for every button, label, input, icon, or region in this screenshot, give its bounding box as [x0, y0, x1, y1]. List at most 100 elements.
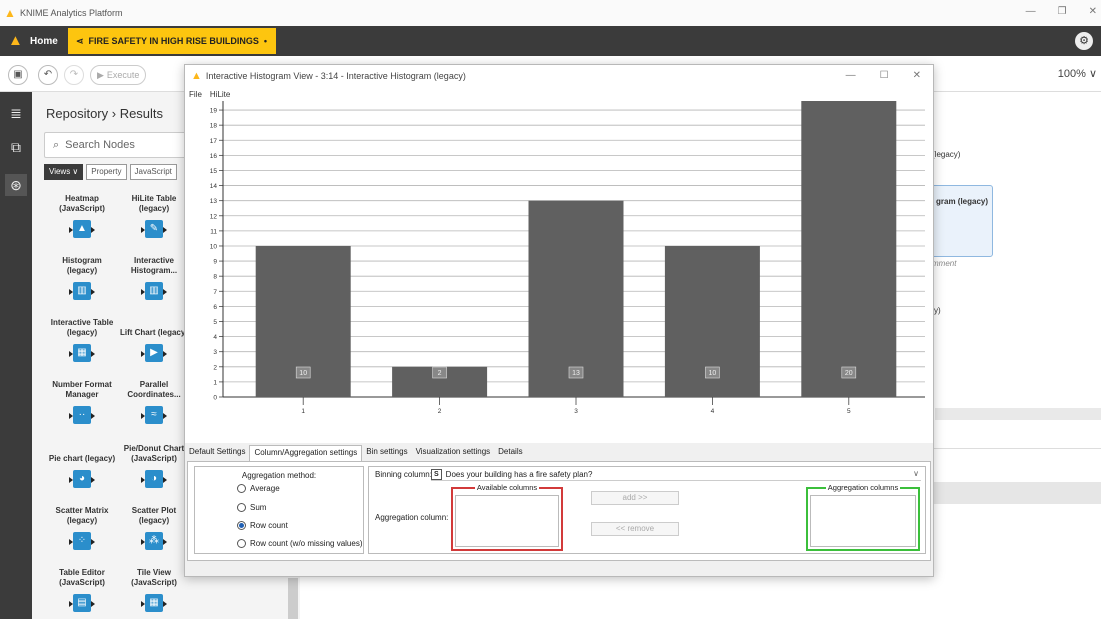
interactive-histogram-icon: ▥ [141, 281, 167, 303]
available-columns-area[interactable] [455, 495, 559, 547]
aggregation-columns-area[interactable] [810, 495, 916, 547]
canvas-scrollbar[interactable] [935, 408, 1101, 420]
tab-column-aggregation[interactable]: Column/Aggregation settings [249, 445, 363, 461]
selected-node[interactable] [930, 185, 993, 257]
redo-icon[interactable]: ↷ [64, 65, 84, 85]
close-icon[interactable]: ✕ [913, 70, 921, 81]
chip-property[interactable]: Property [86, 164, 127, 180]
radio-row-count-no-missing[interactable]: Row count (w/o missing values) [237, 539, 362, 548]
node-glyph: ◕ [73, 470, 91, 488]
aggregation-columns-list[interactable]: Aggregation columns [806, 483, 920, 551]
output-port-icon [163, 351, 167, 357]
node-repository-icon[interactable]: ⊛ [5, 174, 27, 196]
radio-dot [237, 503, 246, 512]
search-icon: ⌕ [53, 138, 60, 151]
node-name: HiLite Table (legacy) [131, 194, 177, 213]
y-tick-label: 6 [213, 304, 217, 311]
repository-node[interactable]: Pie/Donut Chart (JavaScript) ◑ [118, 442, 190, 491]
remove-button[interactable]: << remove [591, 522, 679, 536]
tab-visualization-settings[interactable]: Visualization settings [412, 445, 495, 461]
tab-home[interactable]: ▲ Home [2, 28, 66, 54]
space-explorer-icon[interactable]: ⧉ [5, 136, 27, 158]
output-port-icon [91, 351, 95, 357]
repository-node[interactable]: Interactive Table (legacy) ▦ [46, 316, 118, 365]
window-controls: — ❐ ✕ [1026, 6, 1097, 17]
y-tick-label: 18 [210, 123, 218, 130]
menu-hilite[interactable]: HiLite [210, 90, 230, 99]
chip-views[interactable]: Views ∨ [44, 164, 84, 180]
output-port-icon [91, 289, 95, 295]
repository-node[interactable]: Histogram (legacy) ▥ [46, 254, 118, 303]
binning-column-select[interactable]: S Does your building has a fire safety p… [431, 468, 921, 481]
y-tick-label: 1 [213, 379, 217, 386]
chip-javascript[interactable]: JavaScript [129, 164, 177, 180]
repository-node[interactable]: Interactive Histogram... ▥ [118, 254, 190, 303]
repository-node[interactable]: Table Editor (JavaScript) ▤ [46, 566, 118, 615]
tab-workflow[interactable]: ⋖ FIRE SAFETY IN HIGH RISE BUILDINGS • [68, 28, 276, 54]
workflow-icon: ⋖ [76, 35, 84, 46]
repository-node[interactable]: Scatter Matrix (legacy) ⁘ [46, 504, 118, 553]
binning-column-label: Binning column: [375, 470, 432, 479]
tab-bin-settings[interactable]: Bin settings [362, 445, 411, 461]
zoom-level[interactable]: 100% ∨ [1058, 67, 1097, 80]
y-tick-label: 11 [210, 228, 217, 235]
hilite-table-icon: ✎ [141, 219, 167, 241]
repository-scrollbar[interactable] [288, 578, 298, 619]
radio-sum[interactable]: Sum [237, 503, 266, 512]
repository-node[interactable]: Number Format Manager ·· [46, 378, 118, 427]
radio-row-count[interactable]: Row count [237, 521, 288, 530]
undo-icon[interactable]: ↶ [38, 65, 58, 85]
canvas-band [934, 482, 1101, 504]
minimize-icon[interactable]: — [846, 70, 856, 81]
output-port-icon [91, 413, 95, 419]
description-icon[interactable]: ≣ [5, 102, 27, 124]
y-tick-label: 5 [213, 319, 217, 326]
repository-node[interactable]: Lift Chart (legacy) ▶ [118, 316, 190, 365]
y-tick-label: 19 [210, 108, 218, 115]
node-name: Parallel Coordinates... [127, 380, 181, 399]
os-title-bar: ▲ KNIME Analytics Platform — ❐ ✕ [0, 0, 1101, 26]
settings-gear-icon[interactable]: ⚙ [1075, 32, 1093, 50]
repository-node[interactable]: HiLite Table (legacy) ✎ [118, 192, 190, 241]
y-tick-label: 16 [210, 153, 218, 160]
close-icon[interactable]: ✕ [1089, 6, 1097, 17]
y-tick-label: 17 [210, 138, 218, 145]
y-tick-label: 3 [213, 349, 217, 356]
node-glyph: ▦ [73, 344, 91, 362]
execute-button[interactable]: ▶ Execute [90, 65, 147, 85]
radio-label: Row count (w/o missing values) [250, 539, 363, 548]
tab-details[interactable]: Details [494, 445, 526, 461]
canvas-node-label: (legacy) [932, 150, 961, 159]
repository-node[interactable]: Tile View (JavaScript) ▦ [118, 566, 190, 615]
app-title: KNIME Analytics Platform [20, 8, 123, 18]
lift-chart-icon: ▶ [141, 343, 167, 365]
chevron-down-icon: ∨ [913, 469, 919, 478]
radio-average[interactable]: Average [237, 484, 280, 493]
data-label: 20 [845, 370, 853, 377]
save-icon[interactable]: ▣ [8, 65, 28, 85]
menu-file[interactable]: File [189, 90, 202, 99]
repository-node[interactable]: Pie chart (legacy) ◕ [46, 442, 118, 491]
output-port-icon [163, 539, 167, 545]
node-name: Pie/Donut Chart (JavaScript) [123, 444, 185, 463]
repository-node[interactable]: Scatter Plot (legacy) ⁂ [118, 504, 190, 553]
repository-node[interactable]: Heatmap (JavaScript) ▲ [46, 192, 118, 241]
scatter-plot-icon: ⁂ [141, 531, 167, 553]
tab-workflow-label: FIRE SAFETY IN HIGH RISE BUILDINGS [88, 36, 259, 46]
search-input[interactable]: ⌕ Search Nodes [44, 132, 194, 158]
aggregation-columns-label: Aggregation columns [825, 483, 901, 492]
repository-node[interactable]: Parallel Coordinates... ≈ [118, 378, 190, 427]
node-glyph: ⁘ [73, 532, 91, 550]
output-port-icon [163, 227, 167, 233]
available-columns-list[interactable]: Available columns [451, 483, 563, 551]
number-format-icon: ·· [69, 405, 95, 427]
radio-dot-selected [237, 521, 246, 530]
minimize-icon[interactable]: — [1026, 6, 1036, 17]
dialog-window-controls: — ☐ ✕ [846, 70, 921, 81]
tab-default-settings[interactable]: Default Settings [185, 445, 249, 461]
node-name: Heatmap (JavaScript) [59, 194, 105, 213]
restore-icon[interactable]: ❐ [1058, 6, 1067, 17]
maximize-icon[interactable]: ☐ [880, 70, 889, 81]
side-rail: ≣ ⧉ ⊛ [0, 92, 32, 619]
add-button[interactable]: add >> [591, 491, 679, 505]
